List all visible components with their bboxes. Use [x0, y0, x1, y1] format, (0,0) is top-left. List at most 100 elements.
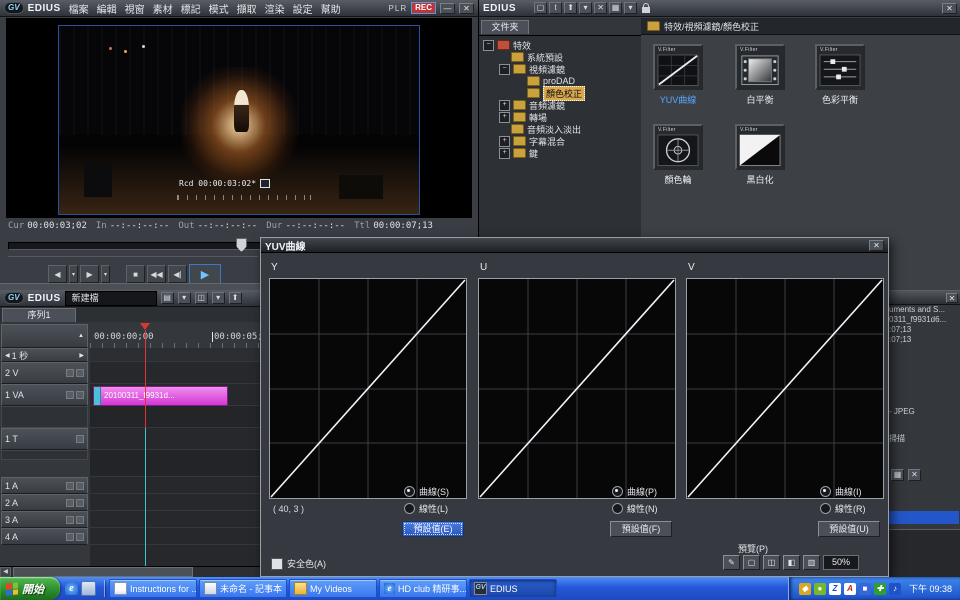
timeline-clip[interactable]: 20100311_f9931d...: [93, 386, 228, 406]
tray-icon[interactable]: ◆: [799, 583, 811, 595]
folder-dropdown-icon[interactable]: ▾: [579, 2, 592, 14]
collapse-icon[interactable]: −: [499, 64, 510, 75]
previous-frame-button[interactable]: ◀|: [168, 265, 187, 283]
track-toggle-icon[interactable]: [76, 435, 84, 443]
view-dropdown-icon[interactable]: ▾: [624, 2, 637, 14]
expand-icon[interactable]: +: [499, 148, 510, 159]
track-lock-icon[interactable]: [76, 516, 84, 524]
y-linear-radio[interactable]: 線性(L): [404, 502, 449, 515]
bin-selected-row[interactable]: [888, 511, 959, 524]
track-mute-icon[interactable]: [66, 482, 74, 490]
v-curve-radio[interactable]: 曲線(I): [820, 485, 866, 498]
tree-item-key[interactable]: +鍵: [479, 147, 641, 159]
show-desktop-icon[interactable]: [81, 581, 96, 596]
spin-up-icon[interactable]: ▲: [78, 333, 84, 339]
u-preset-button[interactable]: 預設值(F): [610, 521, 672, 537]
jog-back-button[interactable]: ◀: [48, 265, 67, 283]
effect-monotone[interactable]: V.Filter 黑白化: [727, 124, 793, 186]
save-project-icon[interactable]: ⬆: [229, 292, 242, 304]
player-mode-indicator[interactable]: PLR: [389, 4, 408, 13]
tray-icon[interactable]: ♪: [889, 583, 901, 595]
tray-icon[interactable]: ●: [814, 583, 826, 595]
scroll-thumb[interactable]: [13, 567, 193, 577]
menu-mode[interactable]: 模式: [205, 1, 233, 16]
bin-grid-view-icon[interactable]: ▦: [891, 469, 904, 481]
track-lock-icon[interactable]: [76, 533, 84, 541]
track-collapsed-strip[interactable]: [1, 450, 88, 460]
preview-single-icon[interactable]: ▢: [743, 555, 760, 570]
delete-effect-icon[interactable]: ✕: [594, 2, 607, 14]
tree-item-audio-crossfade[interactable]: 音頻淡入淡出: [479, 123, 641, 135]
track-header-2a[interactable]: 2 A: [1, 494, 88, 511]
tray-icon[interactable]: ■: [859, 583, 871, 595]
menu-clip[interactable]: 素材: [149, 1, 177, 16]
minimize-button[interactable]: —: [440, 3, 455, 14]
taskbar-item-notepad[interactable]: 未命名 - 記事本: [199, 579, 287, 598]
dialog-titlebar[interactable]: YUV曲線 ✕: [261, 238, 888, 253]
effect-white-balance[interactable]: V.Filter 白平衡: [727, 44, 793, 106]
tree-item-title-mixer[interactable]: +字幕混合: [479, 135, 641, 147]
scroll-left-icon[interactable]: ◀: [0, 567, 11, 577]
folder-up-icon[interactable]: ⬆: [564, 2, 577, 14]
lock-icon[interactable]: [642, 7, 650, 13]
start-button[interactable]: 開始: [0, 577, 60, 600]
y-curve-editor[interactable]: [269, 278, 467, 499]
stop-button[interactable]: ■: [126, 265, 145, 283]
effect-color-wheel[interactable]: V.Filter 顏色輪: [645, 124, 711, 186]
u-curve-radio[interactable]: 曲線(P): [612, 485, 658, 498]
effect-color-balance[interactable]: V.Filter 色彩平衡: [807, 44, 873, 106]
bin-delete-icon[interactable]: ✕: [908, 469, 921, 481]
tray-icon[interactable]: A: [844, 583, 856, 595]
video-preview[interactable]: Rcd 00:00:03:02*: [58, 25, 420, 215]
u-curve-editor[interactable]: [478, 278, 676, 499]
ie-quicklaunch-icon[interactable]: e: [65, 582, 78, 595]
preview-zoom-select[interactable]: 50%: [823, 555, 859, 570]
tree-item-video-filters[interactable]: −視頻濾鏡: [479, 63, 641, 75]
track-lock-icon[interactable]: [76, 482, 84, 490]
open-dropdown-icon[interactable]: ▾: [212, 292, 225, 304]
text-tool-icon[interactable]: t: [549, 2, 562, 14]
open-project-icon[interactable]: ◫: [195, 292, 208, 304]
scale-left-icon[interactable]: ◀: [5, 352, 10, 359]
recorder-mode-indicator[interactable]: REC: [411, 2, 436, 14]
track-lock-icon[interactable]: [76, 499, 84, 507]
track-header-3a[interactable]: 3 A: [1, 511, 88, 528]
collapse-icon[interactable]: −: [483, 40, 494, 51]
checkbox-icon[interactable]: [271, 558, 283, 570]
play-button[interactable]: ▶: [189, 264, 221, 284]
playhead-line-lower[interactable]: [145, 428, 146, 567]
palette-close-button[interactable]: ✕: [942, 3, 957, 14]
menu-render[interactable]: 渲染: [261, 1, 289, 16]
tab-sequence-1[interactable]: 序列1: [2, 308, 76, 322]
view-mode-icon[interactable]: ▦: [609, 2, 622, 14]
jog-forward-dropdown[interactable]: ▾: [101, 265, 110, 283]
track-header-1a[interactable]: 1 A: [1, 477, 88, 494]
track-header-1va[interactable]: 1 VA: [1, 384, 88, 406]
new-dropdown-icon[interactable]: ▾: [178, 292, 191, 304]
folder-pane-tab[interactable]: 文件夹: [481, 20, 529, 34]
track-lock-icon[interactable]: [76, 369, 84, 377]
timescale-selector[interactable]: ◀ 1 秒 ▶: [1, 348, 88, 362]
scale-right-icon[interactable]: ▶: [79, 352, 84, 359]
menu-capture[interactable]: 擷取: [233, 1, 261, 16]
expand-icon[interactable]: +: [499, 112, 510, 123]
bin-close-button[interactable]: ✕: [946, 293, 958, 303]
preview-half-icon[interactable]: ◧: [783, 555, 800, 570]
ruler-corner-box[interactable]: ▲: [1, 324, 88, 348]
tray-icon[interactable]: Z: [829, 583, 841, 595]
menu-settings[interactable]: 設定: [289, 1, 317, 16]
track-toggle-icon[interactable]: [66, 391, 74, 399]
u-curve-canvas[interactable]: [479, 279, 675, 498]
track-mute-icon[interactable]: [66, 516, 74, 524]
jog-back-dropdown[interactable]: ▾: [69, 265, 78, 283]
track-header-2v[interactable]: 2 V: [1, 362, 88, 384]
y-curve-radio[interactable]: 曲線(S): [404, 485, 449, 498]
window-layout-icon[interactable]: ▢: [534, 2, 547, 14]
tree-item-color-correction[interactable]: 顏色校正: [479, 87, 641, 99]
v-preset-button[interactable]: 預設值(U): [818, 521, 880, 537]
tray-icon[interactable]: ✚: [874, 583, 886, 595]
palette-titlebar[interactable]: EDIUS ▢ t ⬆ ▾ ✕ ▦ ▾ ✕: [479, 0, 960, 17]
track-toggle-icon[interactable]: [66, 369, 74, 377]
track-mute-icon[interactable]: [66, 533, 74, 541]
jog-forward-button[interactable]: ▶: [80, 265, 99, 283]
